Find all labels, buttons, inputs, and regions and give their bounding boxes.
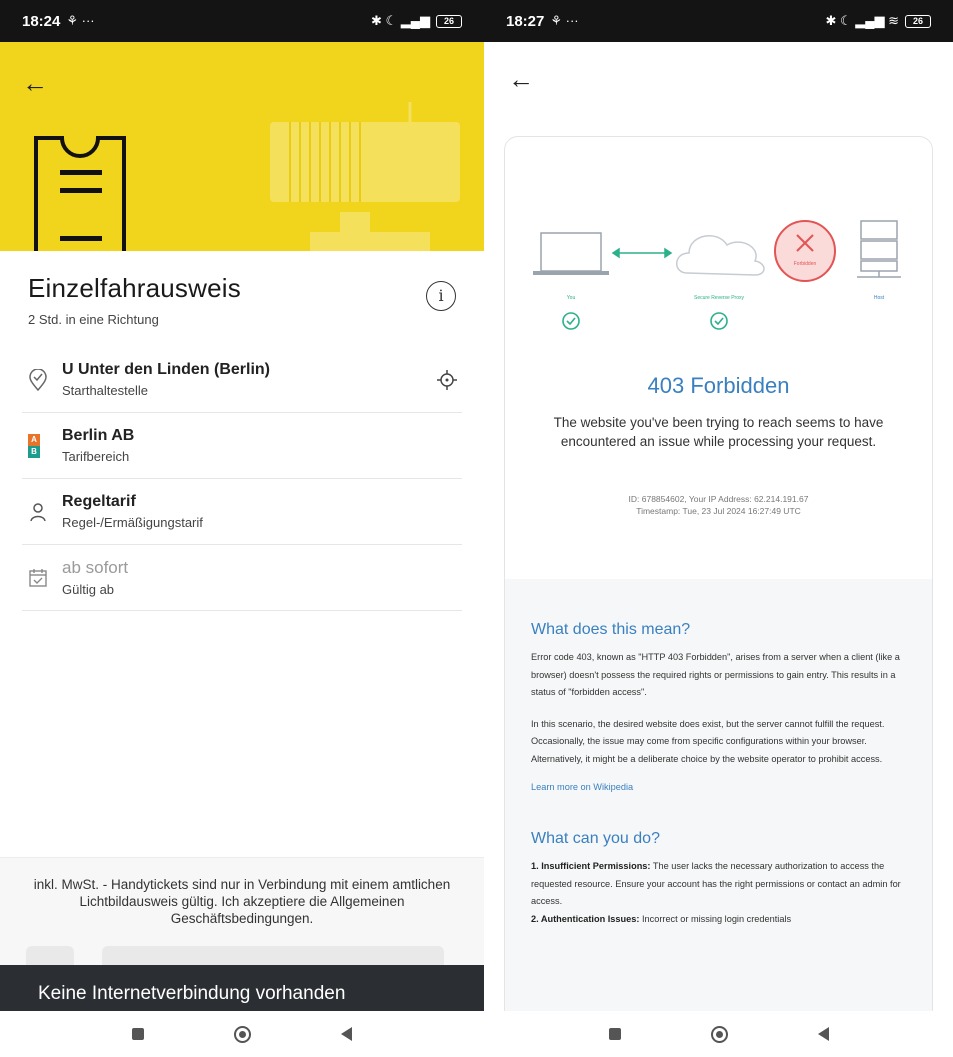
snackbar-message: Keine Internetverbindung vorhanden — [38, 983, 346, 1004]
forbidden-icon: Forbidden — [774, 220, 836, 282]
right-phone-screen: 18:27 ⚘ ··· ✱ ☾ ▂▄▆ ≋ 26 ← Forbidden You… — [484, 0, 953, 1057]
status-bar: 18:24 ⚘ ··· ✱ ☾ ▂▄▆ 26 — [0, 0, 484, 42]
todo-heading: What can you do? — [531, 830, 660, 847]
nav-back-icon[interactable] — [817, 1027, 829, 1041]
recents-icon[interactable] — [608, 1028, 621, 1040]
error-meta: ID: 678854602, Your IP Address: 62.214.1… — [525, 493, 912, 517]
error-description: The website you've been trying to reach … — [553, 415, 884, 449]
valid-from-sublabel: Gültig ab — [62, 582, 115, 597]
zone-a-letter: A — [28, 433, 40, 446]
status-time: 18:24 — [22, 12, 61, 30]
battery-icon: 26 — [905, 14, 931, 28]
laptop-icon — [533, 232, 609, 275]
todo-item2-label: 2. Authentication Issues: — [531, 913, 640, 924]
fare-zone-label: Berlin AB — [62, 427, 135, 444]
ticket-options-list: U Unter den Linden (Berlin) Starthaltest… — [22, 347, 462, 611]
start-station-sublabel: Starthaltestelle — [62, 383, 148, 398]
zone-ab-icon: A B — [28, 433, 40, 458]
proxy-diagram-label: Secure Reverse Proxy — [694, 295, 745, 301]
explanation-section: What does this mean? Error code 403, kno… — [505, 579, 932, 1022]
battery-icon: 26 — [436, 14, 462, 28]
error-page-card: Forbidden You Secure Reverse Proxy Host — [504, 136, 933, 1023]
forbidden-diagram-label: Forbidden — [794, 261, 817, 267]
wikipedia-link[interactable]: Learn more on Wikipedia — [531, 782, 906, 792]
locate-me-icon[interactable] — [436, 369, 458, 391]
option-start-station[interactable]: U Unter den Linden (Berlin) Starthaltest… — [22, 347, 462, 413]
ticket-title: Einzelfahrausweis — [28, 273, 241, 303]
status-time: 18:27 — [506, 12, 545, 30]
you-diagram-label: You — [567, 295, 576, 301]
start-station-label: U Unter den Linden (Berlin) — [62, 361, 270, 378]
status-system-icons: ✱ ☾ ▂▄▆ ≋ — [825, 13, 899, 28]
back-arrow-icon[interactable]: ← — [22, 70, 48, 96]
status-notification-icons: ⚘ ··· — [66, 13, 95, 28]
ticket-subtitle: 2 Std. in eine Richtung — [28, 312, 159, 327]
nav-back-icon[interactable] — [341, 1027, 352, 1041]
server-icon — [857, 220, 901, 278]
left-phone-screen: 18:24 ⚘ ··· ✱ ☾ ▂▄▆ 26 ← Einzelfahrauswe… — [0, 0, 484, 1057]
valid-from-label: ab sofort — [62, 558, 129, 577]
host-diagram-label: Host — [874, 295, 885, 301]
home-icon[interactable] — [234, 1025, 251, 1043]
zone-b-letter: B — [28, 445, 40, 458]
terms-text: inkl. MwSt. - Handytickets sind nur in V… — [33, 877, 451, 926]
fare-zone-sublabel: Tarifbereich — [62, 449, 130, 464]
error-id-line: ID: 678854602, Your IP Address: 62.214.1… — [628, 494, 809, 504]
recents-icon[interactable] — [132, 1028, 144, 1040]
status-bar: 18:27 ⚘ ··· ✱ ☾ ▂▄▆ ≋ 26 — [484, 0, 953, 42]
calendar-check-icon — [29, 568, 47, 587]
status-notification-icons: ⚘ ··· — [550, 13, 579, 28]
back-arrow-icon[interactable]: ← — [508, 66, 534, 92]
check-circle-icon — [562, 312, 580, 330]
android-nav-bar — [0, 1011, 484, 1057]
cloud-icon — [676, 235, 765, 276]
fare-type-label: Regeltarif — [62, 493, 136, 510]
meaning-paragraph-2: In this scenario, the desired website do… — [531, 718, 885, 764]
android-nav-bar — [484, 1011, 953, 1057]
ticket-hero-banner: ← — [0, 42, 484, 251]
info-icon[interactable]: i — [426, 281, 456, 311]
meaning-paragraph-1: Error code 403, known as "HTTP 403 Forbi… — [531, 652, 900, 697]
todo-list: 1. Insufficient Permissions: The user la… — [531, 858, 906, 928]
ticket-icon — [34, 136, 126, 251]
todo-item2-text: Incorrect or missing login credentials — [639, 913, 792, 924]
todo-item1-label: 1. Insufficient Permissions: — [531, 861, 651, 871]
location-check-icon — [29, 368, 47, 391]
error-title: 403 Forbidden — [647, 373, 790, 398]
person-icon — [30, 502, 46, 521]
home-icon[interactable] — [710, 1025, 728, 1043]
fare-type-sublabel: Regel-/Ermäßigungstarif — [62, 515, 203, 530]
meaning-heading: What does this mean? — [531, 621, 691, 638]
network-diagram: Forbidden You Secure Reverse Proxy Host — [533, 220, 901, 330]
option-fare-type[interactable]: Regeltarif Regel-/Ermäßigungstarif — [22, 479, 462, 545]
check-circle-icon — [710, 312, 728, 330]
berlin-skyline-illustration — [270, 102, 460, 251]
status-system-icons: ✱ ☾ ▂▄▆ — [371, 13, 430, 28]
ticket-header: Einzelfahrausweis 2 Std. in eine Richtun… — [28, 273, 456, 327]
option-valid-from[interactable]: ab sofort Gültig ab — [22, 545, 462, 611]
error-timestamp-line: Timestamp: Tue, 23 Jul 2024 16:27:49 UTC — [636, 506, 801, 516]
double-arrow-icon — [611, 247, 673, 259]
option-fare-zone[interactable]: A B Berlin AB Tarifbereich — [22, 413, 462, 479]
